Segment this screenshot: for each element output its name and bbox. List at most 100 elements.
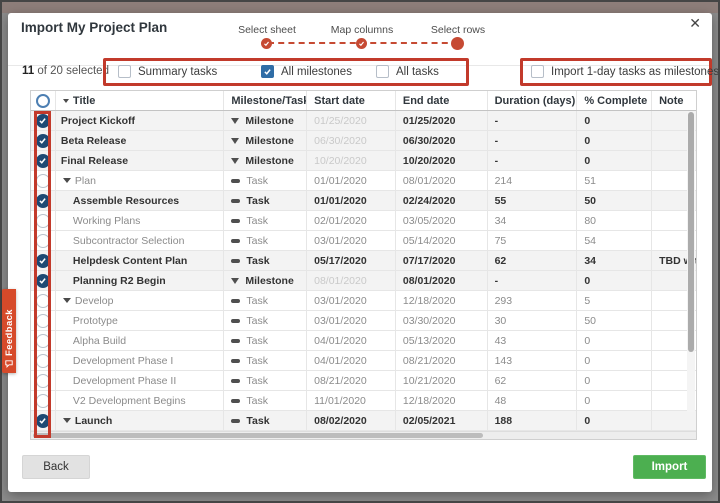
row-checkbox-checked[interactable] bbox=[35, 273, 50, 288]
expand-caret-icon[interactable] bbox=[62, 178, 71, 183]
end-date-cell: 12/18/2020 bbox=[396, 291, 488, 310]
vertical-scrollbar-thumb[interactable] bbox=[688, 112, 694, 352]
row-checkbox-checked[interactable] bbox=[35, 133, 50, 148]
row-checkbox-unchecked[interactable] bbox=[35, 213, 50, 228]
close-icon[interactable]: ✕ bbox=[689, 15, 701, 32]
row-checkbox-unchecked[interactable] bbox=[35, 353, 50, 368]
step-dot-done-icon[interactable] bbox=[261, 38, 272, 49]
table-row[interactable]: Working Plans Task 02/01/2020 03/05/2020 34 8… bbox=[31, 211, 696, 231]
task-title-cell: Assemble Resources bbox=[56, 191, 225, 210]
row-checkbox-unchecked[interactable] bbox=[35, 293, 50, 308]
table-row[interactable]: Planning R2 Begin Milestone 08/01/2020 08/0… bbox=[31, 271, 696, 291]
table-row[interactable]: Launch Task 08/02/2020 02/05/2021 188 0 bbox=[31, 411, 696, 431]
type-cell: Task bbox=[224, 171, 308, 190]
pct-complete-cell: 0 bbox=[577, 391, 653, 410]
row-checkbox-checked[interactable] bbox=[35, 153, 50, 168]
type-cell: Task bbox=[224, 391, 308, 410]
expand-caret-icon[interactable] bbox=[62, 418, 71, 423]
task-icon bbox=[231, 358, 241, 363]
step-dot-current-icon[interactable] bbox=[451, 37, 464, 50]
task-title-cell: Project Kickoff bbox=[56, 111, 225, 130]
row-checkbox-unchecked[interactable] bbox=[35, 373, 50, 388]
dialog-title: Import My Project Plan bbox=[21, 20, 168, 35]
table-body: Project Kickoff Milestone 01/25/2020 01/25/… bbox=[31, 111, 696, 431]
table-row[interactable]: V2 Development Begins Task 11/01/2020 12/18… bbox=[31, 391, 696, 411]
back-button[interactable]: Back bbox=[22, 455, 90, 479]
end-date-cell: 06/30/2020 bbox=[396, 131, 488, 150]
start-date: 11/01/2020 bbox=[314, 394, 366, 407]
row-checkbox-unchecked[interactable] bbox=[35, 233, 50, 248]
type-cell: Task bbox=[224, 211, 308, 230]
type-label: Task bbox=[246, 174, 268, 187]
row-checkbox-unchecked[interactable] bbox=[35, 173, 50, 188]
table-row[interactable]: Assemble Resources Task 01/01/2020 02/24/20… bbox=[31, 191, 696, 211]
all-tasks-checkbox-item[interactable]: All tasks bbox=[376, 65, 439, 78]
row-checkbox-unchecked[interactable] bbox=[35, 333, 50, 348]
import-button[interactable]: Import bbox=[633, 455, 706, 479]
table-row[interactable]: Plan Task 01/01/2020 08/01/2020 214 51 bbox=[31, 171, 696, 191]
row-checkbox-checked[interactable] bbox=[35, 193, 50, 208]
import-1day-label: Import 1-day tasks as milestones bbox=[551, 65, 720, 78]
task-title: Launch bbox=[62, 415, 112, 427]
table-row[interactable]: Final Release Milestone 10/20/2020 10/20/20… bbox=[31, 151, 696, 171]
feedback-tab[interactable]: Feedback bbox=[2, 289, 16, 373]
row-checkbox-unchecked[interactable] bbox=[35, 393, 50, 408]
table-row[interactable]: Prototype Task 03/01/2020 03/30/2020 30 50 bbox=[31, 311, 696, 331]
all-milestones-checkbox-item[interactable]: All milestones bbox=[261, 65, 352, 78]
task-icon bbox=[231, 218, 241, 223]
task-title: Development Phase II bbox=[73, 375, 176, 387]
header-title[interactable]: Title bbox=[56, 91, 225, 110]
row-checkbox-checked[interactable] bbox=[35, 113, 50, 128]
duration-cell: 143 bbox=[488, 351, 578, 370]
select-all-checkbox[interactable] bbox=[35, 93, 50, 108]
horizontal-scrollbar-thumb[interactable] bbox=[33, 433, 483, 438]
step-dot-done-icon[interactable] bbox=[356, 38, 367, 49]
row-checkbox-checked[interactable] bbox=[35, 413, 50, 428]
duration-cell: 293 bbox=[488, 291, 578, 310]
task-title-text: Working Plans bbox=[72, 214, 141, 227]
start-date: 05/17/2020 bbox=[314, 254, 367, 267]
task-title-text: Development Phase I bbox=[72, 354, 174, 367]
table-row[interactable]: Development Phase II Task 08/21/2020 10/21/… bbox=[31, 371, 696, 391]
row-checkbox-unchecked[interactable] bbox=[35, 313, 50, 328]
start-date-cell: 02/01/2020 bbox=[307, 211, 396, 230]
task-title-text: Planning R2 Begin bbox=[72, 274, 166, 287]
table-row[interactable]: Subcontractor Selection Task 03/01/2020 05/… bbox=[31, 231, 696, 251]
table-row[interactable]: Development Phase I Task 04/01/2020 08/21/2… bbox=[31, 351, 696, 371]
start-date: 08/01/2020 bbox=[314, 274, 367, 287]
task-title-cell: Plan bbox=[56, 171, 225, 190]
type-cell: Task bbox=[224, 291, 308, 310]
table-row[interactable]: Beta Release Milestone 06/30/2020 06/30/202… bbox=[31, 131, 696, 151]
end-date-cell: 05/13/2020 bbox=[396, 331, 488, 350]
summary-tasks-checkbox[interactable] bbox=[118, 65, 131, 78]
table-row[interactable]: Project Kickoff Milestone 01/25/2020 01/25/… bbox=[31, 111, 696, 131]
all-milestones-checkbox[interactable] bbox=[261, 65, 274, 78]
task-title: V2 Development Begins bbox=[73, 395, 186, 407]
start-date-cell: 01/01/2020 bbox=[307, 191, 396, 210]
task-title: Assemble Resources bbox=[73, 195, 179, 207]
import-1day-checkbox[interactable] bbox=[531, 65, 544, 78]
type-label: Task bbox=[246, 314, 268, 327]
task-title-text: Develop bbox=[74, 294, 114, 307]
duration-cell: - bbox=[488, 271, 578, 290]
row-select-cell bbox=[31, 191, 56, 210]
summary-tasks-checkbox-item[interactable]: Summary tasks bbox=[118, 65, 217, 78]
title-sort-icon[interactable] bbox=[62, 98, 69, 103]
table-row[interactable]: Develop Task 03/01/2020 12/18/2020 293 5 bbox=[31, 291, 696, 311]
task-icon bbox=[231, 398, 241, 403]
pct-complete-cell: 0 bbox=[577, 331, 653, 350]
expand-caret-icon[interactable] bbox=[62, 298, 71, 303]
all-tasks-checkbox[interactable] bbox=[376, 65, 389, 78]
vertical-scrollbar[interactable] bbox=[687, 112, 695, 412]
summary-tasks-label: Summary tasks bbox=[138, 65, 218, 78]
horizontal-scrollbar[interactable] bbox=[31, 431, 696, 439]
row-checkbox-checked[interactable] bbox=[35, 253, 50, 268]
task-title-text: Plan bbox=[74, 174, 96, 187]
type-label: Task bbox=[246, 394, 268, 407]
type-cell: Milestone bbox=[224, 131, 308, 150]
type-cell: Task bbox=[224, 331, 308, 350]
import-1day-checkbox-item[interactable]: Import 1-day tasks as milestones bbox=[531, 65, 719, 78]
table-row[interactable]: Alpha Build Task 04/01/2020 05/13/2020 43 0 bbox=[31, 331, 696, 351]
table-row[interactable]: Helpdesk Content Plan Task 05/17/2020 07/17… bbox=[31, 251, 696, 271]
pct-complete-cell: 0 bbox=[577, 151, 653, 170]
